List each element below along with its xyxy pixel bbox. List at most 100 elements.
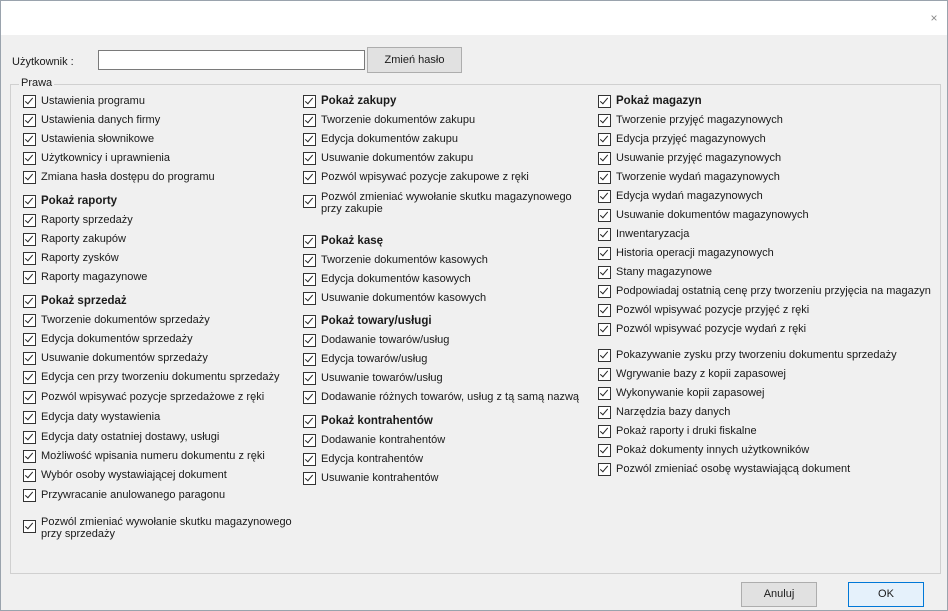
permission-label: Wybór osoby wystawiającej dokument bbox=[41, 469, 227, 481]
permission-label: Pokaż kasę bbox=[321, 235, 384, 247]
permission-label: Edycja daty wystawienia bbox=[41, 411, 161, 423]
checkbox[interactable] bbox=[23, 233, 36, 246]
checkbox[interactable] bbox=[303, 152, 316, 165]
checkbox[interactable] bbox=[303, 133, 316, 146]
checkbox[interactable] bbox=[23, 314, 36, 327]
checkbox[interactable] bbox=[598, 463, 611, 476]
checkbox[interactable] bbox=[598, 349, 611, 362]
permission-label: Pokaż raporty i druki fiskalne bbox=[616, 425, 757, 437]
user-input[interactable] bbox=[98, 50, 365, 70]
permission-label: Edycja dokumentów kasowych bbox=[321, 273, 471, 285]
checkbox[interactable] bbox=[23, 295, 36, 308]
checkbox[interactable] bbox=[598, 444, 611, 457]
checkbox[interactable] bbox=[23, 195, 36, 208]
permission-label: Pokaż raporty bbox=[41, 195, 118, 207]
checkbox[interactable] bbox=[598, 425, 611, 438]
permission-label: Ustawienia programu bbox=[41, 95, 145, 107]
checkbox[interactable] bbox=[23, 133, 36, 146]
ok-button[interactable]: OK bbox=[848, 582, 924, 607]
checkbox[interactable] bbox=[598, 285, 611, 298]
checkbox[interactable] bbox=[23, 171, 36, 184]
checkbox[interactable] bbox=[303, 334, 316, 347]
permission-label: Raporty magazynowe bbox=[41, 271, 148, 283]
change-password-label: Zmień hasło bbox=[384, 54, 445, 66]
checkbox[interactable] bbox=[23, 214, 36, 227]
permission-label: Pozwól zmieniać osobę wystawiającą dokum… bbox=[616, 463, 851, 475]
checkbox[interactable] bbox=[303, 391, 316, 404]
checkbox[interactable] bbox=[303, 372, 316, 385]
checkbox[interactable] bbox=[598, 114, 611, 127]
permission-label: Usuwanie przyjęć magazynowych bbox=[616, 152, 782, 164]
cancel-label: Anuluj bbox=[763, 588, 795, 600]
checkbox[interactable] bbox=[23, 152, 36, 165]
checkbox[interactable] bbox=[23, 114, 36, 127]
checkbox[interactable] bbox=[303, 434, 316, 447]
checkbox[interactable] bbox=[598, 209, 611, 222]
checkbox[interactable] bbox=[23, 469, 36, 482]
permission-label: Edycja kontrahentów bbox=[321, 453, 424, 465]
checkbox[interactable] bbox=[598, 228, 611, 241]
checkbox[interactable] bbox=[303, 415, 316, 428]
checkbox[interactable] bbox=[23, 252, 36, 265]
checkbox[interactable] bbox=[303, 195, 316, 208]
checkbox[interactable] bbox=[598, 190, 611, 203]
permission-label: Zmiana hasła dostępu do programu bbox=[41, 171, 215, 183]
checkbox[interactable] bbox=[303, 171, 316, 184]
checkbox[interactable] bbox=[598, 368, 611, 381]
permission-label: Tworzenie dokumentów zakupu bbox=[321, 114, 476, 126]
checkbox[interactable] bbox=[23, 95, 36, 108]
checkbox[interactable] bbox=[303, 95, 316, 108]
checkbox[interactable] bbox=[23, 520, 36, 533]
close-icon[interactable]: × bbox=[927, 11, 941, 25]
permission-label: Raporty sprzedaży bbox=[41, 214, 133, 226]
checkbox[interactable] bbox=[598, 95, 611, 108]
permission-label: Narzędzia bazy danych bbox=[616, 406, 731, 418]
permission-label: Ustawienia danych firmy bbox=[41, 114, 161, 126]
permission-label: Pozwól wpisywać pozycje zakupowe z ręki bbox=[321, 171, 529, 183]
permission-label: Raporty zakupów bbox=[41, 233, 126, 245]
checkbox[interactable] bbox=[598, 387, 611, 400]
checkbox[interactable] bbox=[23, 431, 36, 444]
checkbox[interactable] bbox=[23, 450, 36, 463]
permission-label: Pokazywanie zysku przy tworzeniu dokumen… bbox=[616, 349, 897, 361]
checkbox[interactable] bbox=[598, 171, 611, 184]
checkbox[interactable] bbox=[303, 273, 316, 286]
checkbox[interactable] bbox=[598, 152, 611, 165]
checkbox[interactable] bbox=[598, 247, 611, 260]
checkbox[interactable] bbox=[303, 453, 316, 466]
checkbox[interactable] bbox=[23, 271, 36, 284]
checkbox[interactable] bbox=[23, 411, 36, 424]
ok-label: OK bbox=[878, 588, 894, 600]
checkbox[interactable] bbox=[23, 333, 36, 346]
checkbox[interactable] bbox=[303, 254, 316, 267]
permission-label: Wgrywanie bazy z kopii zapasowej bbox=[616, 368, 786, 380]
permission-label: Dodawanie różnych towarów, usług z tą sa… bbox=[321, 391, 580, 403]
permission-label: Przywracanie anulowanego paragonu bbox=[41, 489, 226, 501]
checkbox[interactable] bbox=[303, 235, 316, 248]
permission-label: Użytkownicy i uprawnienia bbox=[41, 152, 170, 164]
title-bar: × bbox=[1, 1, 947, 35]
permission-label: Edycja wydań magazynowych bbox=[616, 190, 763, 202]
permission-label: Edycja przyjęć magazynowych bbox=[616, 133, 766, 145]
permission-label: Usuwanie kontrahentów bbox=[321, 472, 439, 484]
checkbox[interactable] bbox=[303, 114, 316, 127]
checkbox[interactable] bbox=[303, 353, 316, 366]
checkbox[interactable] bbox=[23, 489, 36, 502]
permission-label: Tworzenie dokumentów kasowych bbox=[321, 254, 488, 266]
permission-label: Usuwanie dokumentów zakupu bbox=[321, 152, 474, 164]
checkbox[interactable] bbox=[598, 133, 611, 146]
checkbox[interactable] bbox=[23, 352, 36, 365]
checkbox[interactable] bbox=[303, 315, 316, 328]
change-password-button[interactable]: Zmień hasło bbox=[367, 47, 462, 73]
checkbox[interactable] bbox=[598, 266, 611, 279]
permission-label: Tworzenie dokumentów sprzedaży bbox=[41, 314, 210, 326]
checkbox[interactable] bbox=[303, 472, 316, 485]
checkbox[interactable] bbox=[23, 371, 36, 384]
cancel-button[interactable]: Anuluj bbox=[741, 582, 817, 607]
checkbox[interactable] bbox=[598, 304, 611, 317]
checkbox[interactable] bbox=[303, 292, 316, 305]
checkbox[interactable] bbox=[23, 391, 36, 404]
checkbox[interactable] bbox=[598, 406, 611, 419]
checkbox[interactable] bbox=[598, 323, 611, 336]
permission-label: Ustawienia słownikowe bbox=[41, 133, 155, 145]
